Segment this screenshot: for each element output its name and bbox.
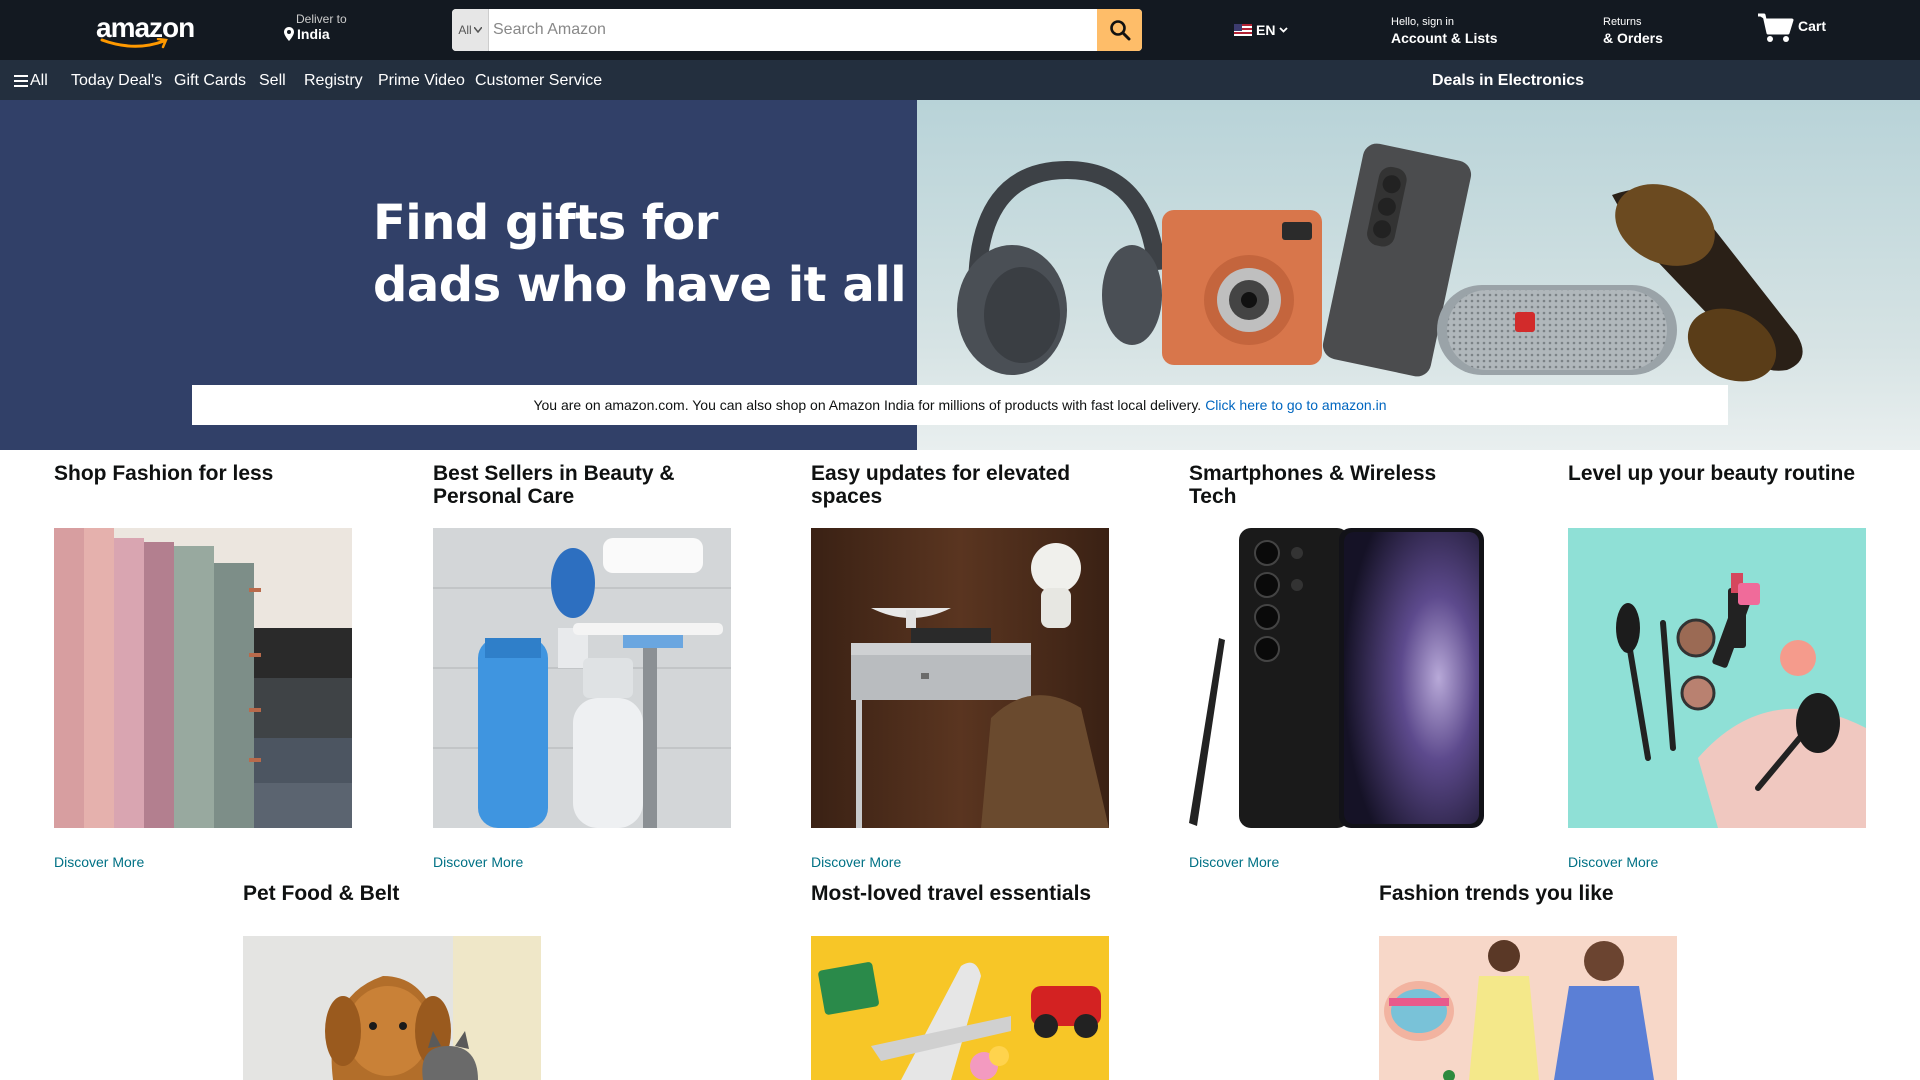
location-pin-icon (284, 27, 294, 41)
card-beauty-routine: Level up your beauty routine Discover Mo… (1568, 462, 1866, 870)
top-header: amazon Deliver to India All Search Amazo… (0, 0, 1920, 60)
chevron-down-icon (473, 27, 482, 33)
hero-title: Find gifts for dads who have it all (373, 192, 907, 316)
hero-title-line2: dads who have it all (373, 257, 907, 313)
search-category-value: All (458, 23, 472, 37)
orders-label: & Orders (1603, 30, 1663, 46)
card-home-spaces: Easy updates for elevated spaces Discove… (811, 462, 1109, 870)
card-image-desk-furniture[interactable] (811, 528, 1109, 828)
card-fashion-trends: Fashion trends you like (1379, 882, 1677, 1080)
nav-item-prime-video[interactable]: Prime Video (378, 72, 465, 90)
deliver-location: India (297, 26, 330, 42)
hero-banner[interactable]: Find gifts for dads who have it all You … (0, 100, 1920, 450)
cart-button[interactable]: Cart (1758, 12, 1826, 44)
nav-promo-deals-electronics[interactable]: Deals in Electronics (1432, 72, 1584, 90)
card-image-toy-airplane[interactable] (811, 936, 1109, 1080)
card-title: Smartphones & Wireless Tech (1189, 462, 1437, 508)
us-flag-icon (1234, 24, 1252, 36)
card-pet-food: Pet Food & Belt (243, 882, 541, 1080)
deliver-label: Deliver to (296, 12, 347, 26)
region-notice: You are on amazon.com. You can also shop… (192, 385, 1728, 425)
card-title: Pet Food & Belt (243, 882, 400, 905)
nav-bar: All Today Deal's Gift Cards Sell Registr… (0, 60, 1920, 100)
card-travel-essentials: Most-loved travel essentials (811, 882, 1109, 1080)
card-title: Level up your beauty routine (1568, 462, 1856, 485)
search-category-select[interactable]: All (452, 9, 489, 51)
discover-more-link[interactable]: Discover More (811, 854, 901, 870)
nav-item-registry[interactable]: Registry (304, 72, 363, 90)
nav-item-customer-service[interactable]: Customer Service (475, 72, 602, 90)
amazon-logo[interactable]: amazon (96, 14, 195, 49)
card-image-makeup[interactable] (1568, 528, 1866, 828)
discover-more-link[interactable]: Discover More (54, 854, 144, 870)
card-title: Fashion trends you like (1379, 882, 1614, 905)
logo-smile-icon (100, 38, 168, 49)
card-title: Easy updates for elevated spaces (811, 462, 1071, 508)
card-smartphones: Smartphones & Wireless Tech Discover Mor… (1189, 462, 1487, 870)
card-image-fashion-models[interactable] (1379, 936, 1677, 1080)
nav-all-menu[interactable]: All (14, 72, 48, 90)
nav-item-gift-cards[interactable]: Gift Cards (174, 72, 246, 90)
search-input[interactable] (489, 9, 1097, 51)
language-label: EN (1256, 22, 1276, 38)
cart-icon (1758, 13, 1794, 42)
account-greeting: Hello, sign in (1391, 16, 1454, 28)
region-notice-text: You are on amazon.com. You can also shop… (533, 397, 1202, 413)
nav-item-todays-deals[interactable]: Today Deal's (71, 72, 162, 90)
discover-more-link[interactable]: Discover More (1568, 854, 1658, 870)
card-image-smartphone[interactable] (1189, 528, 1487, 828)
amazon-india-link[interactable]: Click here to go to amazon.in (1205, 397, 1386, 413)
card-title: Best Sellers in Beauty & Personal Care (433, 462, 675, 508)
returns-label: Returns (1603, 16, 1642, 28)
search-button[interactable] (1097, 9, 1142, 51)
card-image-dog-and-cat[interactable] (243, 936, 541, 1080)
returns-and-orders[interactable]: Returns & Orders (1603, 16, 1663, 46)
account-label: Account & Lists (1391, 30, 1498, 46)
nav-item-sell[interactable]: Sell (259, 72, 286, 90)
language-selector[interactable]: EN (1234, 22, 1289, 38)
discover-more-link[interactable]: Discover More (433, 854, 523, 870)
hamburger-icon (14, 74, 28, 87)
chevron-down-icon (1279, 27, 1289, 33)
search-bar: All (452, 9, 1142, 51)
account-and-lists[interactable]: Hello, sign in Account & Lists (1391, 16, 1498, 46)
deliver-to[interactable]: Deliver to India (284, 12, 347, 42)
card-title: Most-loved travel essentials (811, 882, 1092, 905)
card-title: Shop Fashion for less (54, 462, 274, 485)
card-fashion: Shop Fashion for less Discover More (54, 462, 352, 870)
card-image-toiletries[interactable] (433, 528, 731, 828)
card-beauty-bestsellers: Best Sellers in Beauty & Personal Care D… (433, 462, 731, 870)
card-image-folded-fabrics[interactable] (54, 528, 352, 828)
search-icon (1109, 20, 1130, 41)
nav-all-label: All (30, 72, 48, 89)
cart-label: Cart (1798, 18, 1827, 34)
hero-title-line1: Find gifts for (373, 195, 718, 251)
discover-more-link[interactable]: Discover More (1189, 854, 1279, 870)
